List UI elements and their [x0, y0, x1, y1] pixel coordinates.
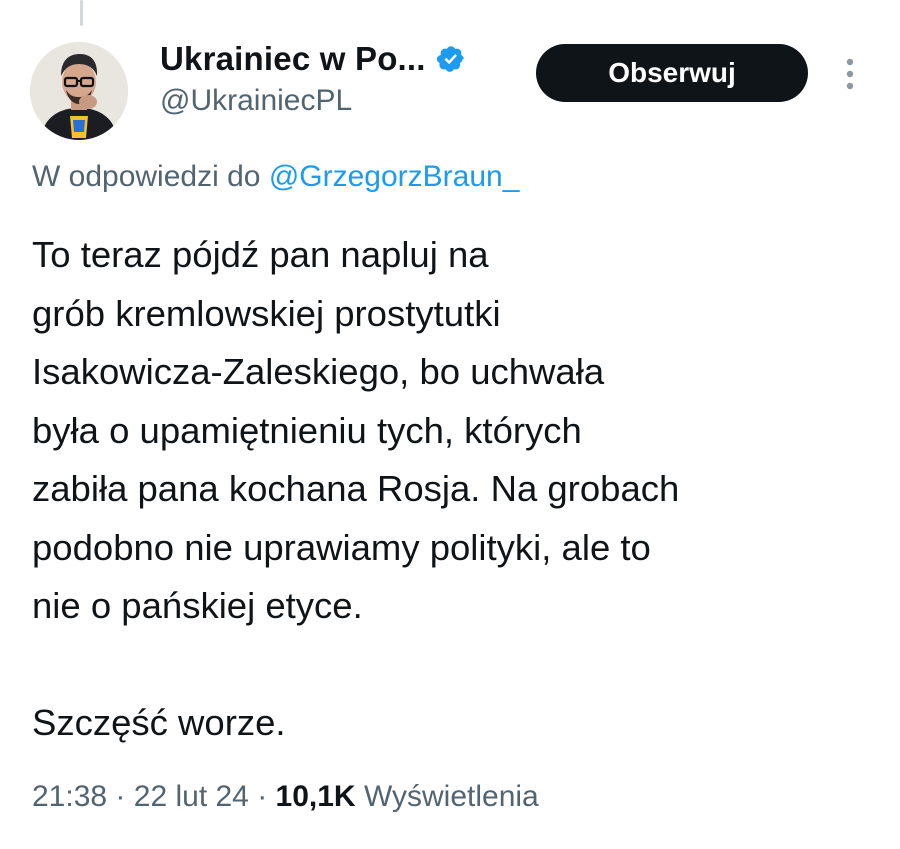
author-handle[interactable]: @UkrainiecPL [160, 84, 352, 118]
tweet-meta: 21:38 · 22 lut 24 · 10,1K Wyświetlenia [32, 780, 539, 814]
author-name-row: Ukrainiec w Po... [160, 40, 466, 78]
tweet-line: nie o pańskiej etyce. [32, 585, 363, 626]
tweet-line: grób kremlowskiej prostytutki [32, 292, 501, 334]
meta-separator: · [115, 780, 126, 813]
thread-connector-line [80, 0, 83, 26]
reply-context: W odpowiedzi do @GrzegorzBraun_ [32, 160, 519, 194]
tweet-line: zabiła pana kochana Rosja. Na grobach [32, 468, 680, 509]
more-vertical-icon[interactable] [838, 52, 862, 96]
avatar[interactable] [30, 42, 128, 140]
tweet-line: Szczęść worze. [32, 702, 286, 743]
verified-badge-icon [436, 46, 464, 72]
views-label: Wyświetlenia [363, 780, 539, 813]
tweet-text: To teraz pójdź pan napluj na grób kremlo… [32, 226, 872, 753]
reply-mention-link[interactable]: @GrzegorzBraun_ [269, 160, 520, 193]
tweet-line: Isakowicza-Zaleskiego, bo uchwała [32, 351, 605, 392]
reply-context-prefix: W odpowiedzi do [32, 160, 261, 193]
avatar-image [30, 42, 128, 140]
tweet-line: To teraz pójdź pan napluj na [32, 234, 489, 275]
author-display-name[interactable]: Ukrainiec w Po... [160, 40, 426, 78]
views-count: 10,1K [275, 780, 356, 813]
tweet-line: była o upamiętnieniu tych, których [32, 409, 582, 451]
tweet-line: podobno nie uprawiamy polityki, ale to [32, 526, 651, 568]
tweet-time[interactable]: 21:38 [32, 780, 107, 813]
follow-button[interactable]: Obserwuj [536, 44, 808, 102]
tweet-date[interactable]: 22 lut 24 [134, 780, 249, 813]
meta-separator: · [257, 780, 268, 813]
